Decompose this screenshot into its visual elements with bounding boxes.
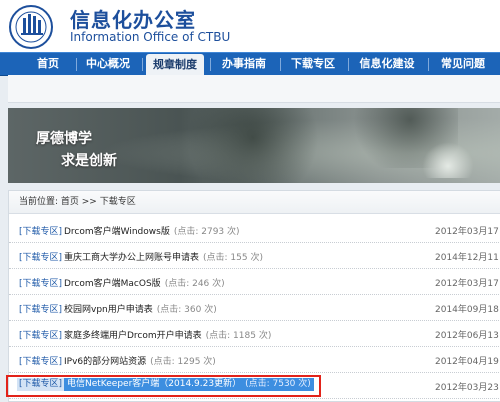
category-link[interactable]: [下载专区] [19, 276, 62, 289]
category-link[interactable]: [下载专区] [19, 302, 62, 315]
item-title-link[interactable]: Drcom客户端Windows版 (点击: 2793 次) [64, 224, 240, 237]
nav-divider [76, 58, 77, 71]
nav-divider [142, 58, 143, 71]
category-link[interactable]: [下载专区] [19, 328, 62, 341]
download-list-panel: 当前位置: 首页 >> 下载专区 [下载专区] Drcom客户端Windows版… [8, 190, 500, 402]
highlight-annotation-box [6, 375, 321, 397]
category-link[interactable]: [下载专区] [19, 250, 62, 263]
nav-divider [428, 58, 429, 71]
item-date: 2012年03月23日 [435, 383, 500, 393]
item-date: 2014年12月11日 [435, 253, 500, 263]
site-title: 信息化办公室 [70, 8, 196, 32]
click-count: (点击: 2793 次) [173, 227, 240, 237]
list-item: [下载专区] Drcom客户端Windows版 (点击: 2793 次) 2012… [9, 216, 500, 243]
item-date: 2012年06月13日 [435, 331, 500, 341]
banner-image: 厚德博学 求是创新 [8, 108, 500, 183]
item-date: 2012年03月17日 [435, 279, 500, 289]
item-date: 2012年03月17日 [435, 227, 500, 237]
nav-item-downloads[interactable]: 下载专区 [284, 53, 342, 75]
list-item: [下载专区] Drcom客户端MacOS版 (点击: 246 次) 2012年03… [9, 268, 500, 295]
item-title[interactable]: IPv6的部分网站资源 [64, 357, 146, 367]
item-date: 2014年09月18日 [435, 305, 500, 315]
sub-nav-bar [8, 75, 500, 103]
click-count: (点击: 155 次) [203, 253, 263, 263]
nav-divider [280, 58, 281, 71]
item-title-link[interactable]: 重庆工商大学办公上网账号申请表 (点击: 155 次) [64, 250, 263, 263]
list-item: [下载专区] 校园网vpn用户申请表 (点击: 360 次) 2014年09月18… [9, 294, 500, 321]
banner-tree [173, 108, 333, 183]
university-logo-icon[interactable] [8, 4, 54, 50]
main-nav: 首页 中心概况 规章制度 办事指南 下载专区 信息化建设 常见问题 [0, 52, 500, 76]
nav-item-it-construction[interactable]: 信息化建设 [352, 53, 422, 75]
click-count: (点击: 1295 次) [150, 357, 216, 367]
item-title[interactable]: 重庆工商大学办公上网账号申请表 [64, 253, 199, 263]
nav-item-regulations[interactable]: 规章制度 [146, 54, 204, 75]
item-title-link[interactable]: 校园网vpn用户申请表 (点击: 360 次) [64, 302, 217, 315]
list-item: [下载专区] IPv6的部分网站资源 (点击: 1295 次) 2012年04月1… [9, 346, 500, 373]
list-item: [下载专区] 家庭多终端用户Drcom开户申请表 (点击: 1185 次) 201… [9, 320, 500, 347]
category-link[interactable]: [下载专区] [19, 224, 62, 237]
item-title[interactable]: Drcom客户端Windows版 [64, 227, 170, 237]
nav-item-overview[interactable]: 中心概况 [80, 53, 136, 75]
nav-divider [348, 58, 349, 71]
item-date: 2012年04月19日 [435, 357, 500, 367]
list-item: [下载专区] 重庆工商大学办公上网账号申请表 (点击: 155 次) 2014年1… [9, 242, 500, 269]
nav-item-guide[interactable]: 办事指南 [214, 53, 274, 75]
breadcrumb: 当前位置: 首页 >> 下载专区 [9, 191, 500, 214]
item-title-link[interactable]: IPv6的部分网站资源 (点击: 1295 次) [64, 354, 216, 367]
nav-item-home[interactable]: 首页 [28, 53, 68, 75]
click-count: (点击: 1185 次) [205, 331, 272, 341]
nav-item-faq[interactable]: 常见问题 [432, 53, 494, 75]
site-header: 信息化办公室 Information Office of CTBU [0, 0, 500, 52]
item-title[interactable]: 校园网vpn用户申请表 [64, 305, 153, 315]
item-title[interactable]: 家庭多终端用户Drcom开户申请表 [64, 331, 202, 341]
category-link[interactable]: [下载专区] [19, 354, 62, 367]
item-title-link[interactable]: Drcom客户端MacOS版 (点击: 246 次) [64, 276, 225, 289]
nav-divider [210, 58, 211, 71]
site-subtitle: Information Office of CTBU [70, 30, 231, 44]
banner-fountain [418, 138, 478, 178]
banner-motto-line1: 厚德博学 [36, 131, 92, 147]
item-title-link[interactable]: 家庭多终端用户Drcom开户申请表 (点击: 1185 次) [64, 328, 271, 341]
item-title[interactable]: Drcom客户端MacOS版 [64, 279, 161, 289]
click-count: (点击: 246 次) [164, 279, 225, 289]
banner-motto-line2: 求是创新 [61, 153, 117, 169]
click-count: (点击: 360 次) [156, 305, 217, 315]
